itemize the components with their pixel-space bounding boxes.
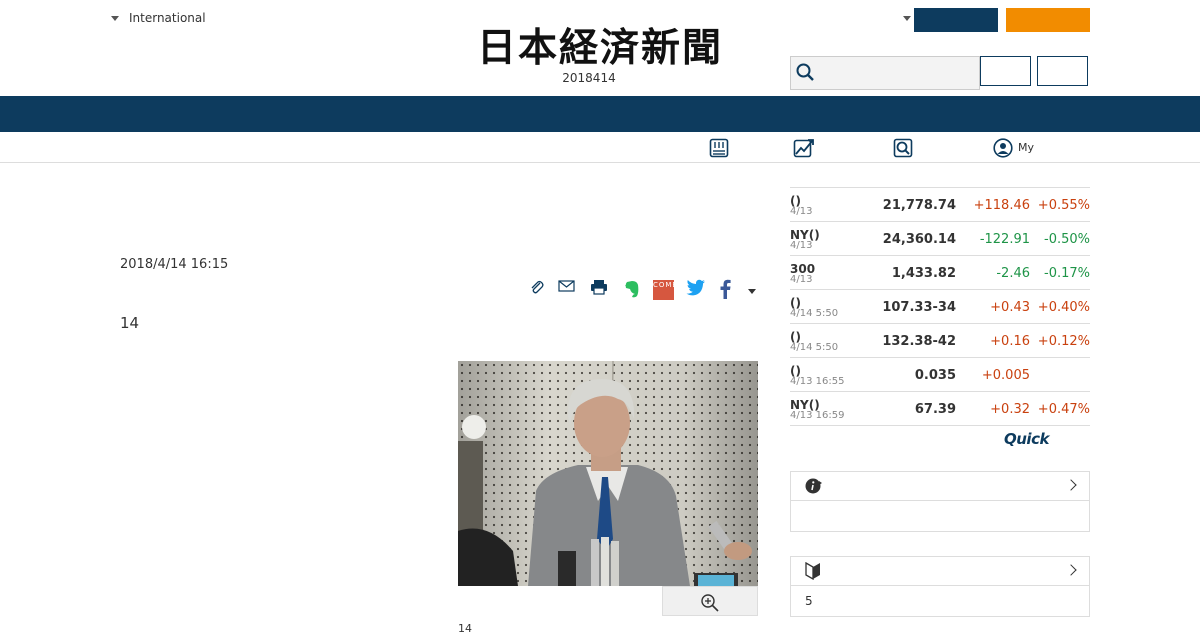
subscribe-button[interactable] <box>914 8 998 32</box>
article-lead-text: 14 <box>120 314 140 332</box>
twitter-icon[interactable] <box>686 279 706 296</box>
edition-selector[interactable]: International <box>111 11 206 25</box>
come-icon[interactable]: COME <box>653 280 674 300</box>
evernote-icon[interactable] <box>623 279 641 299</box>
mail-icon[interactable] <box>558 279 575 293</box>
market-time: 4/13 16:59 <box>790 410 845 421</box>
market-value: 1,433.82 <box>891 266 956 281</box>
market-change: +0.005 <box>981 368 1030 383</box>
market-time: 4/13 <box>790 274 813 285</box>
trial-button[interactable] <box>1006 8 1090 32</box>
nikkei-logo[interactable]: 日本経済新聞 <box>450 28 750 68</box>
beginner-panel-header[interactable] <box>791 557 1089 586</box>
clip-icon[interactable] <box>529 279 545 295</box>
market-row[interactable]: NY() 4/13 16:59 67.39 +0.32 +0.47% <box>790 391 1090 426</box>
market-value: 67.39 <box>914 402 956 417</box>
login-button[interactable] <box>980 56 1031 86</box>
market-row[interactable]: () 4/14 5:50 132.38-42 +0.16 +0.12% <box>790 323 1090 357</box>
market-value: 0.035 <box>914 368 956 383</box>
market-row[interactable]: () 4/13 16:55 0.035 +0.005 <box>790 357 1090 391</box>
beginner-panel-body: 5 <box>791 586 1089 616</box>
beginner-mark-icon <box>805 562 820 580</box>
market-change-percent: +0.55% <box>1037 198 1090 213</box>
main-navigation-bar <box>0 96 1200 132</box>
market-change: +0.43 <box>990 300 1030 315</box>
market-change: -2.46 <box>996 266 1030 281</box>
market-change: +0.32 <box>990 402 1030 417</box>
info-panel-header[interactable] <box>791 472 1089 501</box>
account-dropdown-icon[interactable] <box>903 16 911 21</box>
chevron-down-icon <box>111 15 119 21</box>
signup-button[interactable] <box>1037 56 1088 86</box>
market-time: 4/13 <box>790 206 813 217</box>
search-input[interactable] <box>790 56 980 90</box>
info-icon <box>805 478 822 494</box>
market-change-percent: +0.40% <box>1037 300 1090 315</box>
article-photo[interactable] <box>458 361 758 586</box>
market-time: 4/14 5:50 <box>790 342 839 353</box>
market-change: +0.16 <box>990 334 1030 349</box>
more-share-dropdown-icon[interactable] <box>748 289 756 294</box>
facebook-icon[interactable] <box>719 279 731 299</box>
market-data-table: () 4/13 21,778.74 +118.46 +0.55% NY() 4/13 24,3… <box>790 187 1090 426</box>
market-time: 4/13 <box>790 240 813 251</box>
market-value: 24,360.14 <box>882 232 956 247</box>
market-value: 132.38-42 <box>882 334 956 349</box>
market-time: 4/13 16:55 <box>790 376 845 387</box>
market-chart-icon[interactable] <box>793 138 815 158</box>
article-search-icon[interactable] <box>893 138 913 158</box>
market-value: 107.33-34 <box>882 300 956 315</box>
search-icon[interactable] <box>796 63 814 81</box>
photo-zoom-bar[interactable] <box>662 586 758 616</box>
edition-label: International <box>129 11 206 25</box>
chevron-right-icon <box>1065 564 1077 576</box>
paper-edition-icon[interactable] <box>709 138 729 158</box>
info-panel-body <box>791 501 1089 531</box>
article-date: 2018/4/14 16:15 <box>120 257 229 272</box>
market-change: +118.46 <box>973 198 1030 213</box>
info-panel <box>790 471 1090 532</box>
market-time: 4/14 5:50 <box>790 308 839 319</box>
market-change-percent: -0.17% <box>1044 266 1090 281</box>
my-nikkei-label[interactable]: My <box>1018 141 1034 154</box>
market-row[interactable]: () 4/13 21,778.74 +118.46 +0.55% <box>790 187 1090 221</box>
beginner-panel-count: 5 <box>805 594 813 608</box>
market-change-percent: -0.50% <box>1044 232 1090 247</box>
chevron-right-icon <box>1065 479 1077 491</box>
user-icon[interactable] <box>993 138 1013 158</box>
market-row[interactable]: () 4/14 5:50 107.33-34 +0.43 +0.40% <box>790 289 1090 323</box>
market-change: -122.91 <box>979 232 1030 247</box>
zoom-in-icon[interactable] <box>700 593 720 613</box>
market-row[interactable]: NY() 4/13 24,360.14 -122.91 -0.50% <box>790 221 1090 255</box>
market-change-percent: +0.47% <box>1037 402 1090 417</box>
beginner-panel: 5 <box>790 556 1090 617</box>
quick-logo[interactable]: Quick <box>1004 430 1049 448</box>
market-row[interactable]: 300 4/13 1,433.82 -2.46 -0.17% <box>790 255 1090 289</box>
market-change-percent: +0.12% <box>1037 334 1090 349</box>
masthead-date: 2018414 <box>562 71 616 85</box>
print-icon[interactable] <box>590 279 608 295</box>
market-value: 21,778.74 <box>882 198 956 213</box>
photo-caption: 14 <box>458 622 472 635</box>
